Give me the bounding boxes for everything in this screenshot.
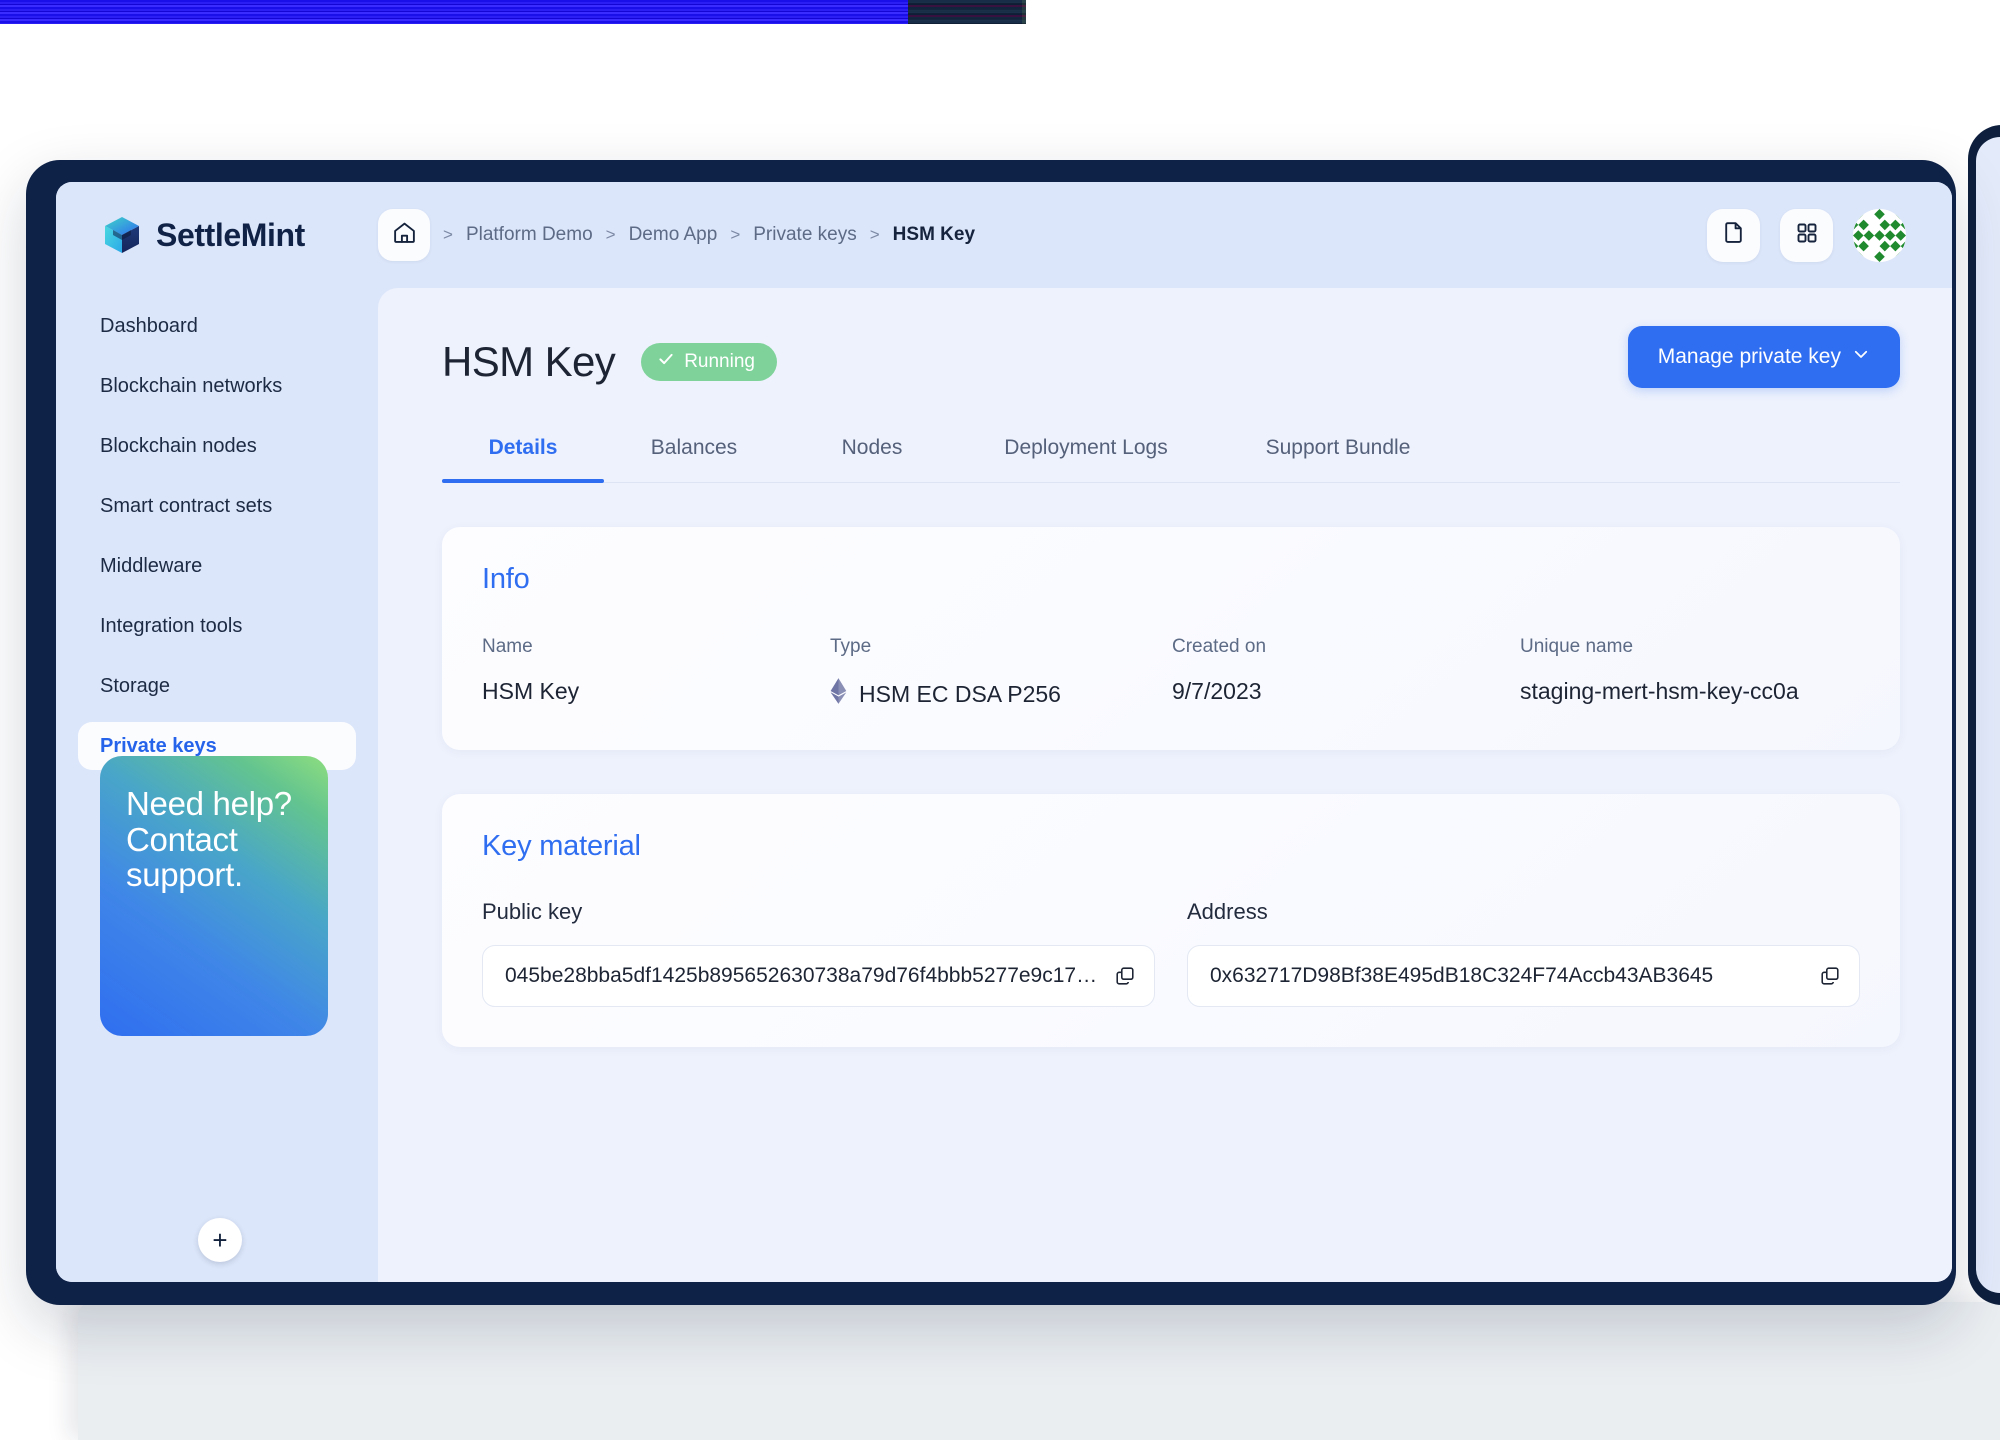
tab-label: Details [488,436,558,459]
sidebar-item-label: Dashboard [100,314,198,337]
chevron-down-icon [1852,345,1870,369]
breadcrumb-item-demo-app[interactable]: Demo App [629,224,718,246]
public-key-value: 045be28bba5df1425b895652630738a79d76f4bb… [505,964,1098,987]
tab-deployment-logs[interactable]: Deployment Logs [960,436,1212,482]
address-label: Address [1187,899,1268,924]
brand-name: SettleMint [156,216,305,253]
public-key-input[interactable]: 045be28bba5df1425b895652630738a79d76f4bb… [482,945,1155,1007]
top-glitch-dark-artifact [908,0,1026,24]
tab-details[interactable]: Details [442,436,604,483]
info-field-label: Created on [1172,636,1267,657]
plus-icon: + [212,1224,228,1255]
tab-bar: Details Balances Nodes Deployment Logs S… [442,436,1900,483]
info-card-title: Info [482,563,530,595]
status-badge-label: Running [684,351,755,372]
tab-label: Support Bundle [1265,436,1411,459]
breadcrumb-separator: > [605,225,616,244]
copy-icon[interactable] [1114,965,1136,987]
sidebar-item-label: Storage [100,674,171,697]
public-key-label: Public key [482,899,583,924]
breadcrumb-separator: > [730,225,741,244]
sidebar-item-label: Smart contract sets [100,494,273,517]
cube-logo-icon [102,215,142,255]
secondary-device-screen [1976,137,2000,1293]
key-material-card: Key material Public key 045be28bba5df142… [442,794,1900,1047]
info-field-value: HSM EC DSA P256 [859,680,1061,707]
info-field-label: Name [482,636,533,657]
sidebar-item-storage[interactable]: Storage [78,662,356,710]
document-icon [1721,220,1746,250]
home-icon [392,220,417,250]
grid-apps-icon [1795,221,1819,250]
copy-icon[interactable] [1819,965,1841,987]
status-badge: Running [641,343,777,381]
public-key-field: Public key 045be28bba5df1425b89565263073… [482,899,1155,1007]
check-icon [657,350,675,374]
sidebar-item-label: Blockchain networks [100,374,283,397]
info-field-value: staging-mert-hsm-key-cc0a [1520,678,1799,704]
breadcrumb-item-private-keys[interactable]: Private keys [753,224,856,246]
documentation-button[interactable] [1707,208,1760,262]
breadcrumb-item-platform-demo[interactable]: Platform Demo [466,224,593,246]
sidebar-item-blockchain-networks[interactable]: Blockchain networks [78,362,356,410]
address-input[interactable]: 0x632717D98Bf38E495dB18C324F74Accb43AB36… [1187,945,1860,1007]
header-actions [1707,182,1906,288]
app-header: SettleMint > Platform Demo > Demo App > … [56,182,1952,288]
sidebar-item-label: Integration tools [100,614,243,637]
manage-private-key-button[interactable]: Manage private key [1627,326,1900,388]
tab-nodes[interactable]: Nodes [784,436,960,482]
sidebar-item-integration-tools[interactable]: Integration tools [78,602,356,650]
tab-label: Balances [650,436,738,459]
top-glitch-artifact [0,0,1022,24]
apps-grid-button[interactable] [1780,208,1833,262]
sidebar-item-blockchain-nodes[interactable]: Blockchain nodes [78,422,356,470]
info-field-created-on: Created on 9/7/2023 [1172,636,1520,710]
info-field-unique-name: Unique name staging-mert-hsm-key-cc0a [1520,636,1799,710]
tab-label: Deployment Logs [1004,436,1168,459]
page-header: HSM Key Running Manage private key [442,326,1900,390]
ethereum-icon [830,678,847,710]
info-field-label: Type [830,636,872,657]
key-material-grid: Public key 045be28bba5df1425b89565263073… [482,899,1860,1007]
user-avatar[interactable] [1853,208,1906,262]
sidebar-item-label: Private keys [100,734,217,757]
info-grid: Name HSM Key Type HSM EC DSA P256 Create… [482,636,1860,710]
tab-balances[interactable]: Balances [604,436,784,482]
info-field-value: HSM Key [482,678,580,704]
breadcrumb-separator: > [869,225,880,244]
main-content: HSM Key Running Manage private key Detai… [378,288,1952,1282]
key-material-card-title: Key material [482,830,641,862]
sidebar-item-smart-contract-sets[interactable]: Smart contract sets [78,482,356,530]
sidebar-item-label: Middleware [100,554,203,577]
screenshot-stage: SettleMint > Platform Demo > Demo App > … [0,0,2000,1440]
sidebar-item-middleware[interactable]: Middleware [78,542,356,590]
help-support-text: Need help? Contact support. [126,785,292,894]
page-title: HSM Key [442,338,616,385]
manage-private-key-label: Manage private key [1657,345,1841,368]
app-body: Dashboard Blockchain networks Blockchain… [56,288,1952,1282]
info-field-label: Unique name [1520,636,1634,657]
home-button[interactable] [378,209,430,261]
help-support-plus-button[interactable]: + [198,1218,242,1262]
info-field-value: 9/7/2023 [1172,678,1262,704]
breadcrumb-item-hsm-key: HSM Key [892,224,976,245]
app-window: SettleMint > Platform Demo > Demo App > … [56,182,1952,1282]
help-support-card[interactable]: Need help? Contact support. [100,756,328,1036]
sidebar-item-dashboard[interactable]: Dashboard [78,302,356,350]
address-value: 0x632717D98Bf38E495dB18C324F74Accb43AB36… [1210,964,1714,987]
breadcrumb: > Platform Demo > Demo App > Private key… [378,209,975,261]
tab-label: Nodes [841,436,903,459]
info-field-name: Name HSM Key [482,636,830,710]
sidebar-item-label: Blockchain nodes [100,434,257,457]
info-field-value-row: HSM EC DSA P256 [830,678,1172,710]
brand-logo[interactable]: SettleMint [56,215,378,255]
info-field-type: Type HSM EC DSA P256 [830,636,1172,710]
info-card: Info Name HSM Key Type HSM EC DSA P256 C… [442,527,1900,750]
breadcrumb-separator: > [443,225,453,244]
laptop-base [78,1302,2000,1440]
address-field: Address 0x632717D98Bf38E495dB18C324F74Ac… [1187,899,1860,1007]
tab-support-bundle[interactable]: Support Bundle [1212,436,1464,482]
